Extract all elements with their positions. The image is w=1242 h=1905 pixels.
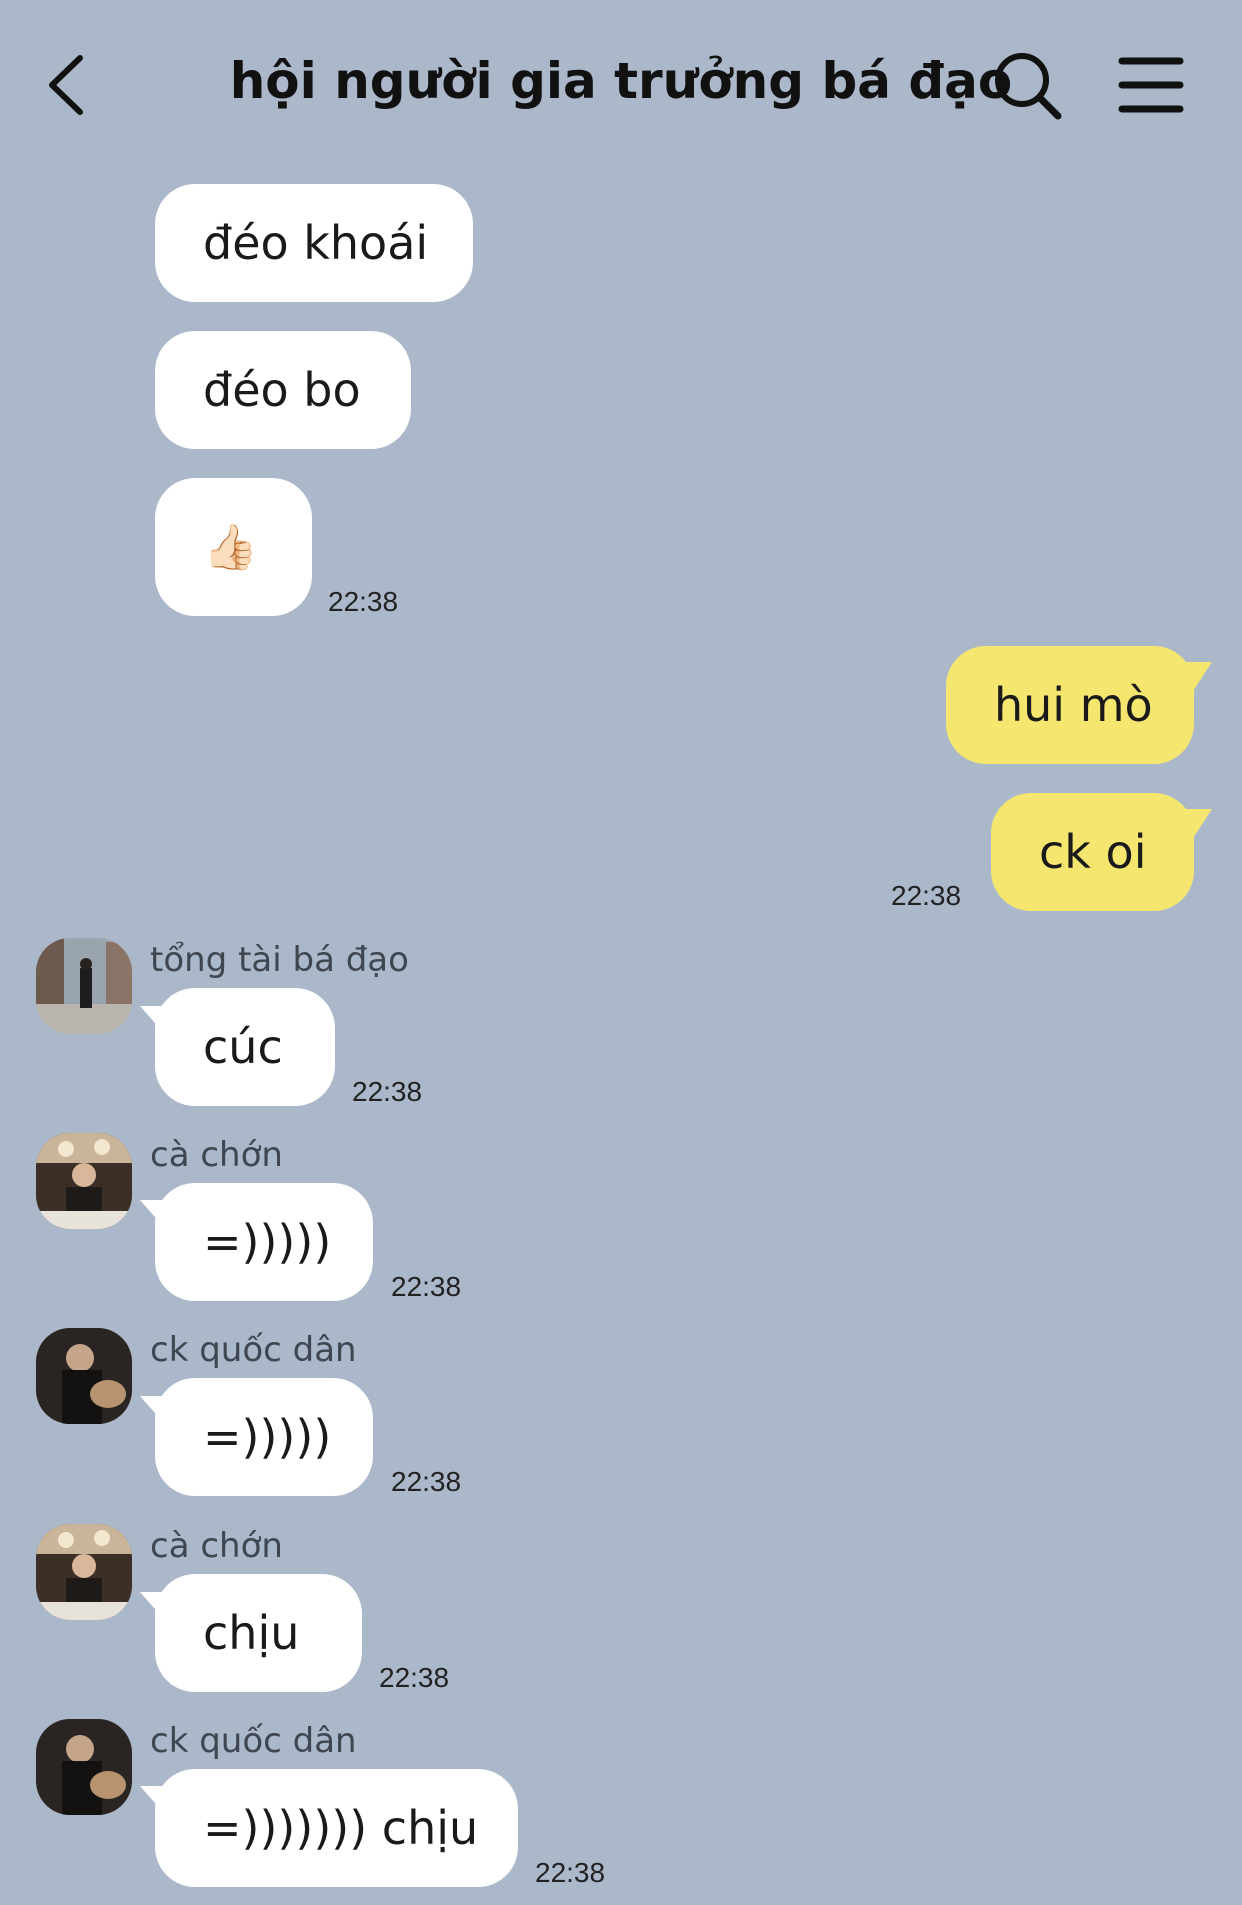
message-text: =)))))	[203, 1410, 332, 1464]
chat-header: hội người gia trưởng bá đạo	[0, 0, 1242, 170]
sender-name: ck quốc dân	[150, 1330, 357, 1370]
bubble-tail	[1186, 662, 1212, 702]
message-bubble-outgoing[interactable]: hui mò	[946, 646, 1194, 764]
message-text: =))))))) chịu	[203, 1801, 479, 1855]
bubble-tail	[1186, 809, 1212, 849]
avatar[interactable]	[36, 1719, 132, 1815]
message-text: đéo khoái	[203, 216, 429, 270]
avatar-image	[36, 1328, 132, 1424]
message-timestamp: 22:38	[379, 1662, 450, 1693]
avatar-image	[36, 938, 132, 1034]
message-bubble[interactable]: cúc	[155, 988, 335, 1106]
search-button[interactable]	[992, 50, 1064, 122]
message-bubble[interactable]: 👍🏻	[155, 478, 312, 616]
avatar[interactable]	[36, 938, 132, 1034]
hamburger-menu-icon	[1118, 57, 1184, 113]
back-button[interactable]	[42, 50, 102, 120]
message-timestamp: 22:38	[391, 1466, 462, 1497]
sender-name: cà chớn	[150, 1526, 283, 1566]
menu-button[interactable]	[1118, 55, 1184, 115]
message-timestamp: 22:38	[535, 1857, 606, 1888]
sender-name: cà chớn	[150, 1135, 283, 1175]
message-bubble[interactable]: =))))))) chịu	[155, 1769, 518, 1887]
message-text: chịu	[203, 1606, 300, 1660]
message-text: =)))))	[203, 1215, 332, 1269]
chat-title: hội người gia trưởng bá đạo	[229, 52, 1013, 110]
message-bubble[interactable]: đéo khoái	[155, 184, 473, 302]
message-text: cúc	[203, 1020, 283, 1074]
message-timestamp: 22:38	[352, 1076, 423, 1107]
avatar-image	[36, 1133, 132, 1229]
avatar[interactable]	[36, 1328, 132, 1424]
sender-name: tổng tài bá đạo	[150, 940, 409, 980]
search-icon	[995, 53, 1062, 120]
message-bubble[interactable]: chịu	[155, 1574, 362, 1692]
avatar-image	[36, 1524, 132, 1620]
message-text: đéo bo	[203, 363, 361, 417]
message-text: ck oi	[1039, 825, 1147, 879]
chevron-left-icon	[49, 55, 83, 115]
message-bubble-outgoing[interactable]: ck oi	[991, 793, 1194, 911]
sender-name: ck quốc dân	[150, 1721, 357, 1761]
message-timestamp: 22:38	[328, 586, 399, 617]
avatar-image	[36, 1719, 132, 1815]
thumbs-up-emoji: 👍🏻	[203, 522, 258, 573]
avatar[interactable]	[36, 1133, 132, 1229]
message-bubble[interactable]: đéo bo	[155, 331, 411, 449]
message-timestamp: 22:38	[391, 1271, 462, 1302]
avatar[interactable]	[36, 1524, 132, 1620]
message-timestamp: 22:38	[891, 880, 962, 911]
message-text: hui mò	[994, 678, 1153, 732]
message-bubble[interactable]: =)))))	[155, 1378, 373, 1496]
message-bubble[interactable]: =)))))	[155, 1183, 373, 1301]
